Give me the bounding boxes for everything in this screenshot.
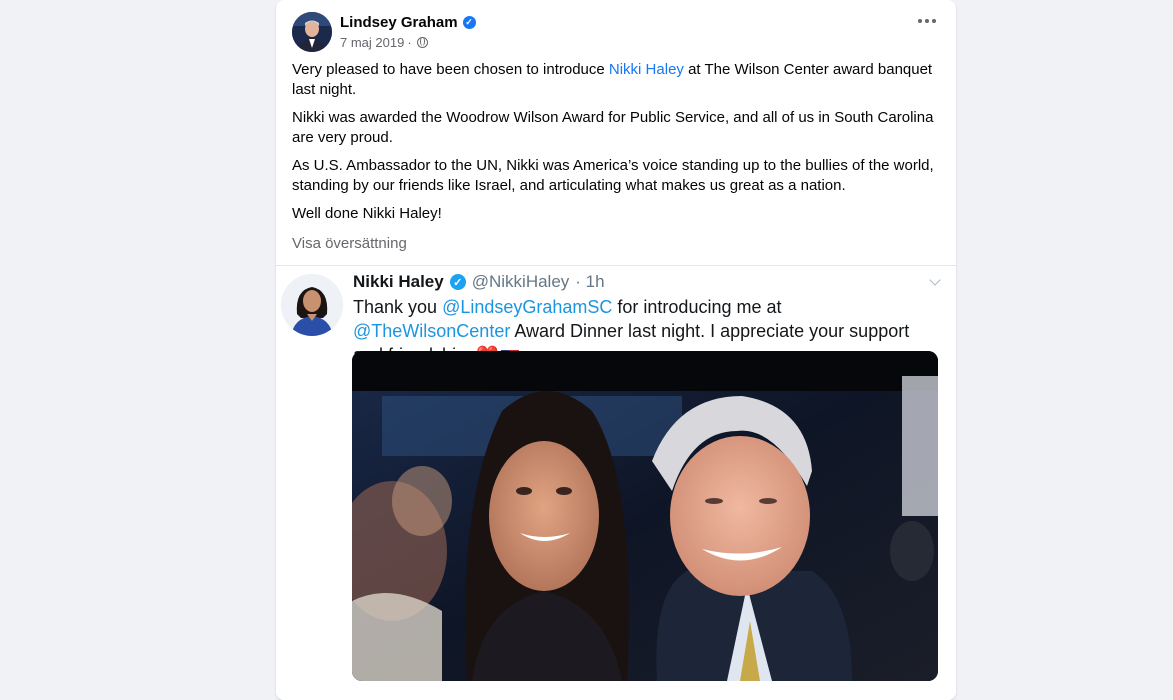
post-meta: 7 maj 2019 · [340, 35, 428, 50]
tweet-author-avatar[interactable] [281, 274, 343, 336]
post-paragraph-4: Well done Nikki Haley! [292, 205, 442, 222]
tweet-author-name[interactable]: Nikki Haley [353, 272, 444, 292]
post-paragraph-3: As U.S. Ambassador to the UN, Nikki was … [292, 157, 934, 194]
verified-badge-icon: ✓ [462, 16, 476, 29]
post-paragraph-2: Nikki was awarded the Woodrow Wilson Awa… [292, 109, 934, 146]
author-name[interactable]: Lindsey Graham ✓ [340, 14, 476, 31]
globe-icon [416, 37, 428, 48]
post-body: Very pleased to have been chosen to intr… [292, 60, 942, 232]
verified-badge-icon: ✓ [449, 274, 466, 290]
author-avatar[interactable] [292, 12, 332, 52]
tweet-text-part: Thank you [353, 297, 443, 317]
dot [925, 19, 929, 23]
tweet-time[interactable]: · 1h [575, 272, 604, 292]
tweet-photo[interactable] [352, 351, 938, 681]
dot [932, 19, 936, 23]
mention-lindseygrahamsc[interactable]: @LindseyGrahamSC [442, 297, 612, 317]
dot [918, 19, 922, 23]
post-paragraph-1: Very pleased to have been chosen to intr… [292, 60, 942, 100]
meta-separator: · [407, 35, 412, 50]
tweet-text-part: for introducing me at [612, 297, 782, 317]
post-card: Lindsey Graham ✓ 7 maj 2019 · Very pleas… [276, 0, 956, 700]
mention-thewilsoncenter[interactable]: @TheWilsonCenter [353, 321, 510, 341]
author-name-text[interactable]: Lindsey Graham [340, 14, 458, 31]
embedded-tweet[interactable]: Nikki Haley ✓ @NikkiHaley · 1h Thank you… [276, 265, 956, 700]
nikki-haley-link[interactable]: Nikki Haley [609, 61, 684, 78]
more-options-icon[interactable] [918, 19, 936, 23]
chevron-down-icon[interactable] [929, 274, 941, 286]
tweet-handle[interactable]: @NikkiHaley [472, 272, 570, 292]
paragraph-text: Very pleased to have been chosen to intr… [292, 61, 609, 78]
tweet-header: Nikki Haley ✓ @NikkiHaley · 1h [353, 272, 605, 292]
post-date[interactable]: 7 maj 2019 [340, 35, 404, 50]
translate-link[interactable]: Visa översättning [292, 235, 407, 252]
